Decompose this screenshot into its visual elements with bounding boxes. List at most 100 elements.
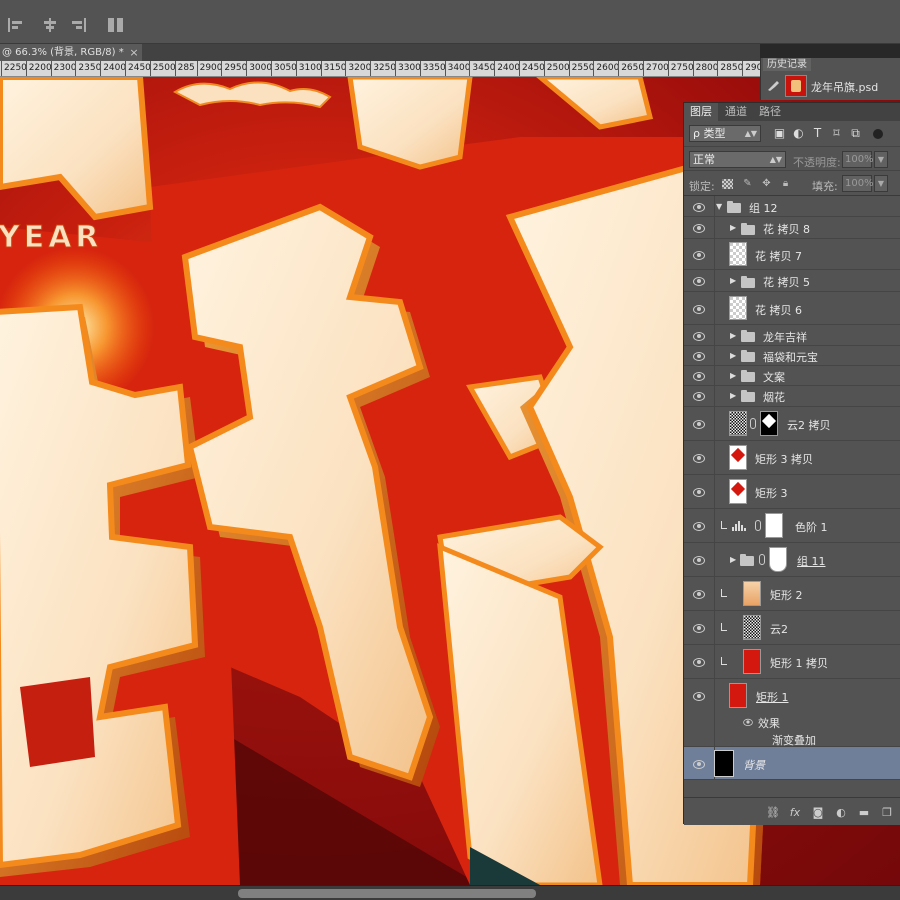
document-tab[interactable]: @ 66.3% (背景, RGB/8) * bbox=[0, 44, 142, 61]
visibility-eye-icon[interactable] bbox=[693, 332, 705, 341]
layer-row[interactable]: 云2 bbox=[684, 611, 900, 645]
filter-kind-select[interactable]: ρ 类型 ▲▼ bbox=[689, 125, 761, 142]
blend-mode-select[interactable]: 正常 ▲▼ bbox=[689, 151, 786, 168]
image-filter-icon[interactable]: ▣ bbox=[773, 127, 786, 140]
distribute-icon[interactable] bbox=[108, 18, 124, 32]
opacity-input[interactable]: 100% bbox=[842, 151, 874, 168]
history-snapshot[interactable]: 龙年吊旗.psd bbox=[761, 73, 900, 99]
filter-toggle-icon[interactable] bbox=[873, 129, 883, 139]
layer-row[interactable]: ▶ 烟花 bbox=[684, 386, 900, 407]
opacity-dropdown-icon[interactable]: ▼ bbox=[874, 151, 888, 168]
smartobject-filter-icon[interactable]: ⧉ bbox=[849, 127, 862, 140]
visibility-eye-icon[interactable] bbox=[693, 624, 705, 633]
visibility-eye-icon[interactable] bbox=[693, 352, 705, 361]
layer-row[interactable]: ▶ 组 11 bbox=[684, 543, 900, 577]
visibility-eye-icon[interactable] bbox=[693, 760, 705, 769]
expand-arrow-icon[interactable]: ▶ bbox=[730, 391, 736, 400]
visibility-eye-icon[interactable] bbox=[693, 454, 705, 463]
ruler-tick-label: 3300 bbox=[395, 61, 421, 76]
mask-link-icon[interactable] bbox=[759, 554, 765, 565]
expand-arrow-icon[interactable]: ▶ bbox=[730, 351, 736, 360]
visibility-eye-icon[interactable] bbox=[693, 305, 705, 314]
close-tab-icon[interactable]: × bbox=[128, 44, 140, 61]
layer-row[interactable]: 云2 拷贝 bbox=[684, 407, 900, 441]
layer-row[interactable]: ▶ 花 拷贝 5 bbox=[684, 270, 900, 292]
layers-panel-footer: ⛓ fx ◙ ◐ ▬ ❐ bbox=[684, 797, 900, 825]
align-right-icon[interactable] bbox=[70, 18, 86, 32]
row-separator bbox=[714, 577, 715, 610]
layer-mask-thumbnail[interactable] bbox=[769, 547, 787, 572]
visibility-eye-icon[interactable] bbox=[693, 251, 705, 260]
expand-arrow-icon[interactable]: ▼ bbox=[716, 202, 722, 211]
tab-layers[interactable]: 图层 bbox=[684, 103, 718, 121]
layer-row[interactable]: 矩形 1 bbox=[684, 679, 900, 713]
visibility-eye-icon[interactable] bbox=[693, 203, 705, 212]
layer-row[interactable]: 矩形 3 拷贝 bbox=[684, 441, 900, 475]
visibility-eye-icon[interactable] bbox=[693, 658, 705, 667]
layer-effect-item[interactable]: 渐变叠加 bbox=[684, 730, 900, 747]
layer-mask-thumbnail[interactable] bbox=[760, 411, 778, 436]
shape-filter-icon[interactable]: ⌑ bbox=[830, 127, 843, 140]
layer-row[interactable]: 背景 bbox=[684, 747, 900, 780]
ji-inner-box bbox=[20, 677, 95, 767]
type-filter-icon[interactable]: T bbox=[811, 127, 824, 140]
visibility-eye-icon[interactable] bbox=[693, 420, 705, 429]
visibility-eye-icon[interactable] bbox=[693, 522, 705, 531]
layer-row[interactable]: 色阶 1 bbox=[684, 509, 900, 543]
expand-arrow-icon[interactable]: ▶ bbox=[730, 223, 736, 232]
tab-paths[interactable]: 路径 bbox=[754, 103, 786, 121]
expand-arrow-icon[interactable]: ▶ bbox=[730, 371, 736, 380]
visibility-eye-icon[interactable] bbox=[693, 556, 705, 565]
mask-link-icon[interactable] bbox=[755, 520, 761, 531]
layer-row[interactable]: ▼ 组 12 bbox=[684, 196, 900, 217]
ruler-tick-label: 3250 bbox=[370, 61, 397, 76]
mask-link-icon[interactable] bbox=[750, 418, 756, 429]
horizontal-scrollbar[interactable] bbox=[0, 885, 900, 900]
layer-mask-thumbnail[interactable] bbox=[765, 513, 783, 538]
effects-eye-icon[interactable] bbox=[743, 718, 753, 727]
lock-pixels-icon[interactable]: ✎ bbox=[742, 179, 753, 189]
layer-effects-row[interactable]: 效果 bbox=[684, 713, 900, 730]
history-tab[interactable]: 历史记录 bbox=[763, 58, 811, 71]
new-adjustment-icon[interactable]: ◐ bbox=[835, 807, 847, 818]
layer-row[interactable]: 花 拷贝 7 bbox=[684, 239, 900, 270]
new-group-icon[interactable]: ▬ bbox=[858, 807, 870, 818]
layer-row[interactable]: 矩形 1 拷贝 bbox=[684, 645, 900, 679]
expand-arrow-icon[interactable]: ▶ bbox=[730, 276, 736, 285]
scrollbar-thumb[interactable] bbox=[238, 889, 536, 898]
visibility-eye-icon[interactable] bbox=[693, 372, 705, 381]
layer-name: 花 拷贝 6 bbox=[755, 304, 802, 317]
lock-all-icon[interactable]: 🔒︎ bbox=[780, 179, 791, 189]
layer-row[interactable]: 矩形 3 bbox=[684, 475, 900, 509]
row-separator bbox=[714, 239, 715, 269]
align-center-icon[interactable] bbox=[42, 18, 58, 32]
visibility-eye-icon[interactable] bbox=[693, 488, 705, 497]
expand-arrow-icon[interactable]: ▶ bbox=[730, 331, 736, 340]
visibility-eye-icon[interactable] bbox=[693, 392, 705, 401]
visibility-eye-icon[interactable] bbox=[693, 590, 705, 599]
layer-name: 矩形 1 bbox=[756, 691, 789, 704]
tab-channels[interactable]: 通道 bbox=[720, 103, 752, 121]
visibility-eye-icon[interactable] bbox=[693, 277, 705, 286]
align-left-icon[interactable] bbox=[8, 18, 24, 32]
layer-row[interactable]: ▶ 花 拷贝 8 bbox=[684, 217, 900, 239]
layer-row[interactable]: ▶ 福袋和元宝 bbox=[684, 346, 900, 366]
fill-dropdown-icon[interactable]: ▼ bbox=[874, 175, 888, 192]
adjust-filter-icon[interactable]: ◐ bbox=[792, 127, 805, 140]
layer-row[interactable]: 矩形 2 bbox=[684, 577, 900, 611]
fx-icon[interactable]: fx bbox=[789, 807, 801, 818]
add-mask-icon[interactable]: ◙ bbox=[812, 807, 824, 818]
fill-input[interactable]: 100% bbox=[842, 175, 874, 192]
layer-name: 矩形 1 拷贝 bbox=[770, 657, 828, 670]
layer-row[interactable]: ▶ 龙年吉祥 bbox=[684, 325, 900, 346]
layer-row[interactable]: 花 拷贝 6 bbox=[684, 292, 900, 325]
history-brush-icon bbox=[768, 81, 779, 91]
layer-row[interactable]: ▶ 文案 bbox=[684, 366, 900, 386]
lock-transparent-icon[interactable] bbox=[722, 179, 733, 189]
visibility-eye-icon[interactable] bbox=[693, 692, 705, 701]
new-layer-icon[interactable]: ❐ bbox=[881, 807, 893, 818]
visibility-eye-icon[interactable] bbox=[693, 224, 705, 233]
expand-arrow-icon[interactable]: ▶ bbox=[730, 555, 736, 564]
link-layers-icon[interactable]: ⛓ bbox=[766, 807, 780, 818]
lock-position-icon[interactable]: ✥ bbox=[761, 179, 772, 189]
